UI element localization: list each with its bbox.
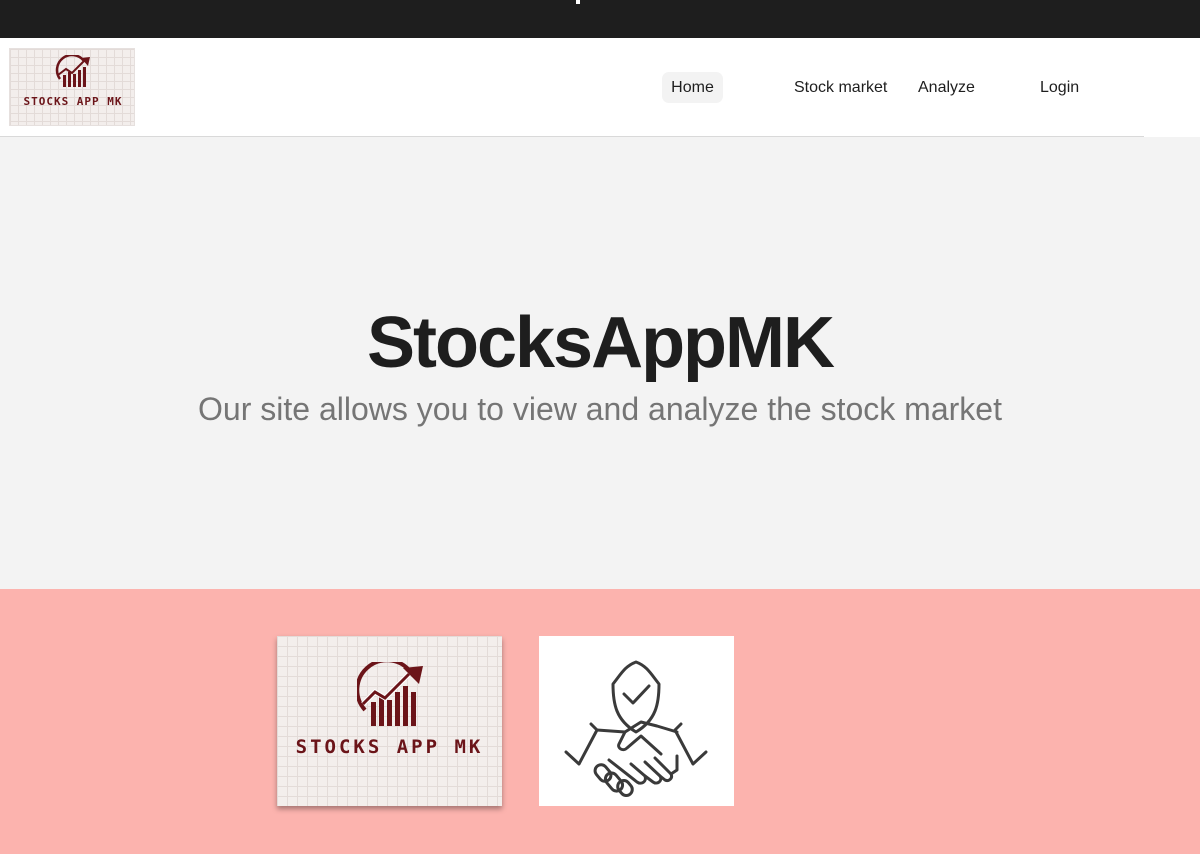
nav-home-link[interactable]: Home — [662, 72, 723, 103]
nav-logo-text: STOCKS APP MK — [23, 95, 123, 108]
top-bar-mark — [576, 0, 580, 4]
feature-section: STOCKS APP MK — [0, 589, 1200, 854]
hero-section: StocksAppMK Our site allows you to view … — [0, 137, 1200, 589]
stocks-app-logo-text: STOCKS APP MK — [295, 736, 484, 758]
nav-analyze-link[interactable]: Analyze — [918, 72, 975, 103]
chart-logo-icon — [55, 55, 90, 87]
nav-login-link[interactable]: Login — [1040, 72, 1079, 103]
hero-subtitle: Our site allows you to view and analyze … — [198, 391, 1002, 427]
hero-title: StocksAppMK — [366, 303, 835, 383]
nav-logo[interactable]: STOCKS APP MK — [9, 48, 135, 126]
nav-stock-market-link[interactable]: Stock market — [794, 72, 887, 103]
stocks-chart-logo-icon — [357, 662, 423, 726]
top-bar — [0, 0, 1200, 38]
navigation-bar: STOCKS APP MK Home Stock market Analyze … — [0, 38, 1144, 137]
stocks-app-logo-card: STOCKS APP MK — [277, 636, 502, 806]
nav-right-area — [1144, 38, 1200, 137]
trust-card — [539, 636, 734, 806]
handshake-shield-icon — [564, 660, 708, 798]
